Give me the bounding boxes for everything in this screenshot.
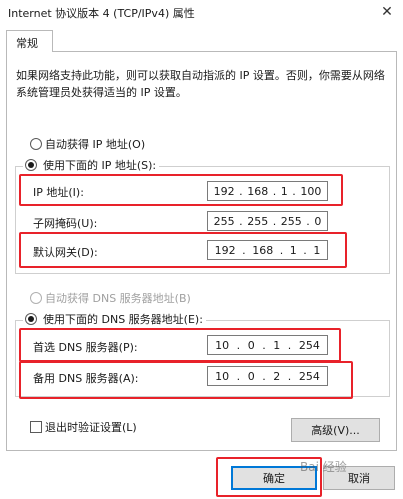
ip-address-label: IP 地址(I): (33, 186, 84, 199)
dns-group-legend: 使用下面的 DNS 服务器地址(E): (23, 311, 206, 326)
validate-on-exit-checkbox[interactable] (30, 421, 42, 433)
octet-separator: . (242, 243, 246, 257)
gateway-octet-2: 168 (252, 243, 274, 257)
ip-address-octet-2: 168 (247, 184, 269, 198)
alternate-dns-octet-3: 2 (273, 369, 281, 383)
gateway-octet-1: 192 (214, 243, 236, 257)
alternate-dns-input[interactable]: 10. 0. 2. 254 (207, 366, 328, 386)
subnet-mask-octet-4: 0 (314, 214, 322, 228)
alternate-dns-octet-4: 254 (298, 369, 320, 383)
octet-separator: . (303, 243, 307, 257)
advanced-button-label: 高级(V)... (311, 424, 360, 437)
watermark: Bai 经验 (300, 460, 347, 474)
ip-address-octet-3: 1 (280, 184, 288, 198)
gateway-input[interactable]: 192. 168. 1. 1 (207, 240, 328, 260)
octet-separator: . (272, 184, 277, 198)
subnet-mask-octet-3: 255 (280, 214, 302, 228)
title-bar: Internet 协议版本 4 (TCP/IPv4) 属性 ✕ (0, 0, 403, 24)
octet-separator: . (287, 369, 292, 383)
window-title: Internet 协议版本 4 (TCP/IPv4) 属性 (8, 7, 195, 20)
preferred-dns-octet-4: 254 (298, 338, 320, 352)
alternate-dns-label: 备用 DNS 服务器(A): (33, 372, 139, 385)
radio-manual-dns[interactable] (25, 313, 37, 325)
ip-address-input[interactable]: 192. 168. 1. 100 (207, 181, 328, 201)
octet-separator: . (292, 184, 296, 198)
octet-separator: . (279, 243, 284, 257)
octet-separator: . (272, 214, 277, 228)
octet-separator: . (236, 369, 241, 383)
alternate-dns-octet-2: 0 (247, 369, 255, 383)
octet-separator: . (239, 214, 243, 228)
cancel-button-label: 取消 (348, 472, 370, 485)
octet-separator: . (236, 338, 241, 352)
octet-separator: . (262, 338, 266, 352)
radio-manual-dns-label: 使用下面的 DNS 服务器地址(E): (43, 313, 203, 326)
subnet-mask-octet-2: 255 (247, 214, 269, 228)
radio-auto-dns-label: 自动获得 DNS 服务器地址(B) (45, 292, 191, 305)
subnet-mask-input[interactable]: 255. 255. 255. 0 (207, 211, 328, 231)
ip-address-octet-4: 100 (300, 184, 322, 198)
octet-separator: . (262, 369, 266, 383)
ip-address-octet-1: 192 (213, 184, 235, 198)
gateway-octet-4: 1 (313, 243, 321, 257)
radio-auto-ip-label: 自动获得 IP 地址(O) (45, 138, 146, 151)
advanced-button[interactable]: 高级(V)... (291, 418, 380, 442)
preferred-dns-octet-3: 1 (273, 338, 281, 352)
preferred-dns-label: 首选 DNS 服务器(P): (33, 341, 138, 354)
radio-auto-dns[interactable] (30, 292, 42, 304)
subnet-mask-octet-1: 255 (213, 214, 235, 228)
radio-manual-ip-label: 使用下面的 IP 地址(S): (43, 159, 157, 172)
radio-auto-ip[interactable] (30, 138, 42, 150)
validate-on-exit-label: 退出时验证设置(L) (45, 421, 137, 434)
ip-group-legend: 使用下面的 IP 地址(S): (23, 157, 160, 172)
tab-general-label: 常规 (16, 37, 38, 50)
gateway-octet-3: 1 (289, 243, 297, 257)
tab-general[interactable]: 常规 (6, 30, 53, 52)
close-icon[interactable]: ✕ (376, 2, 398, 22)
radio-manual-ip[interactable] (25, 159, 37, 171)
preferred-dns-octet-1: 10 (215, 338, 230, 352)
preferred-dns-input[interactable]: 10. 0. 1. 254 (207, 335, 328, 355)
octet-separator: . (239, 184, 243, 198)
octet-separator: . (306, 214, 310, 228)
gateway-label: 默认网关(D): (33, 246, 98, 259)
description-text: 如果网络支持此功能，则可以获取自动指派的 IP 设置。否则，你需要从网络系统管理… (16, 69, 385, 99)
octet-separator: . (287, 338, 292, 352)
preferred-dns-octet-2: 0 (247, 338, 255, 352)
alternate-dns-octet-1: 10 (215, 369, 230, 383)
subnet-mask-label: 子网掩码(U): (33, 217, 98, 230)
